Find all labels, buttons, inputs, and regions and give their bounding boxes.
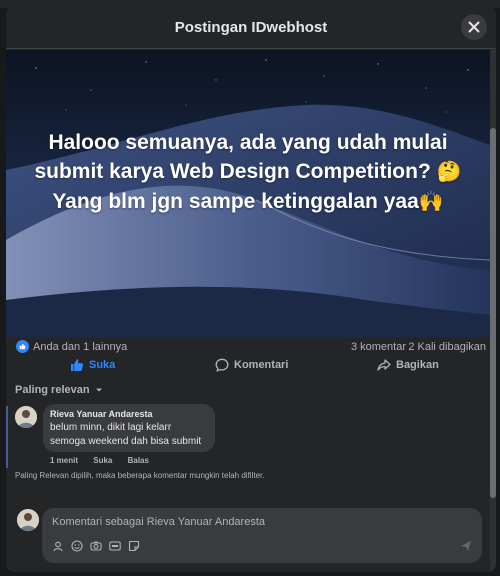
post-text-line-3: Yang blm jgn sampe ketinggalan yaa🙌 xyxy=(52,190,444,213)
comment-timestamp[interactable]: 1 menit xyxy=(50,456,78,465)
comment-text: belum minn, dikit lagi kelarr semoga wee… xyxy=(50,421,201,449)
comment-thread-indicator xyxy=(6,406,8,468)
post-text-line-1: Halooo semuanya, ada yang udah mulai xyxy=(48,131,448,154)
camera-icon[interactable] xyxy=(90,539,102,551)
comment-text-line-2: semoga weekend dah bisa submit xyxy=(50,436,202,447)
comment-icon xyxy=(215,358,229,372)
caret-down-icon xyxy=(95,388,102,392)
post-image[interactable]: Halooo semuanya, ada yang udah mulai sub… xyxy=(6,50,490,338)
send-button[interactable] xyxy=(460,539,472,557)
comment-sort-dropdown[interactable]: Paling relevan xyxy=(15,384,104,396)
close-icon xyxy=(468,21,480,33)
share-label: Bagikan xyxy=(396,359,439,371)
sticker-icon[interactable] xyxy=(128,539,140,552)
comment-text-line-1: belum minn, dikit lagi kelarr xyxy=(50,422,172,433)
current-user-avatar[interactable] xyxy=(17,509,39,531)
shares-count[interactable]: 2 Kali dibagikan xyxy=(408,341,486,353)
share-button[interactable]: Bagikan xyxy=(377,358,439,372)
modal-header: Postingan IDwebhost xyxy=(6,6,496,49)
scrollbar-thumb[interactable] xyxy=(490,128,496,498)
gif-icon[interactable] xyxy=(109,539,121,551)
comment-author[interactable]: Rieva Yanuar Andaresta xyxy=(50,409,153,419)
like-label: Suka xyxy=(89,359,116,371)
comment-label: Komentari xyxy=(234,359,289,371)
thinking-emoji: 🤔 xyxy=(436,161,462,183)
thumbs-up-icon xyxy=(71,359,84,371)
comment-composer[interactable]: Komentari sebagai Rieva Yanuar Andaresta xyxy=(42,508,482,563)
comment-input-placeholder: Komentari sebagai Rieva Yanuar Andaresta xyxy=(52,516,266,528)
post-modal: Postingan IDwebhost Halooo semuanya, ada… xyxy=(6,6,496,572)
reactions-count[interactable]: Anda dan 1 lainnya xyxy=(33,341,127,353)
raising-hands-emoji: 🙌 xyxy=(418,191,444,213)
post-text: Halooo semuanya, ada yang udah mulai sub… xyxy=(16,128,480,217)
modal-title: Postingan IDwebhost xyxy=(174,19,328,36)
person-silhouette-icon xyxy=(15,406,37,428)
sort-label: Paling relevan xyxy=(15,384,90,396)
comment-reply-link[interactable]: Balas xyxy=(128,456,149,465)
share-icon xyxy=(377,359,391,371)
post-text-line-2: submit karya Web Design Competition? 🤔 xyxy=(34,160,462,183)
comments-count[interactable]: 3 komentar xyxy=(351,341,406,353)
comment-bubble: Rieva Yanuar Andaresta belum minn, dikit… xyxy=(43,404,215,452)
like-button[interactable]: Suka xyxy=(70,358,115,372)
commenter-avatar[interactable] xyxy=(15,406,37,428)
person-silhouette-icon xyxy=(17,509,39,531)
close-button[interactable] xyxy=(461,14,487,40)
filter-note: Paling Relevan dipilih, maka beberapa ko… xyxy=(15,471,265,480)
like-reaction-icon xyxy=(16,340,29,353)
emoji-icon[interactable] xyxy=(71,539,83,552)
avatar-sticker-icon[interactable] xyxy=(52,539,64,552)
post-actions: Suka Komentari Bagikan xyxy=(6,354,490,380)
send-icon xyxy=(461,541,471,551)
comment-meta: 1 menit Suka Balas xyxy=(50,456,162,465)
comment-button[interactable]: Komentari xyxy=(215,358,288,372)
comment-like-link[interactable]: Suka xyxy=(93,456,112,465)
composer-tools xyxy=(52,539,147,552)
